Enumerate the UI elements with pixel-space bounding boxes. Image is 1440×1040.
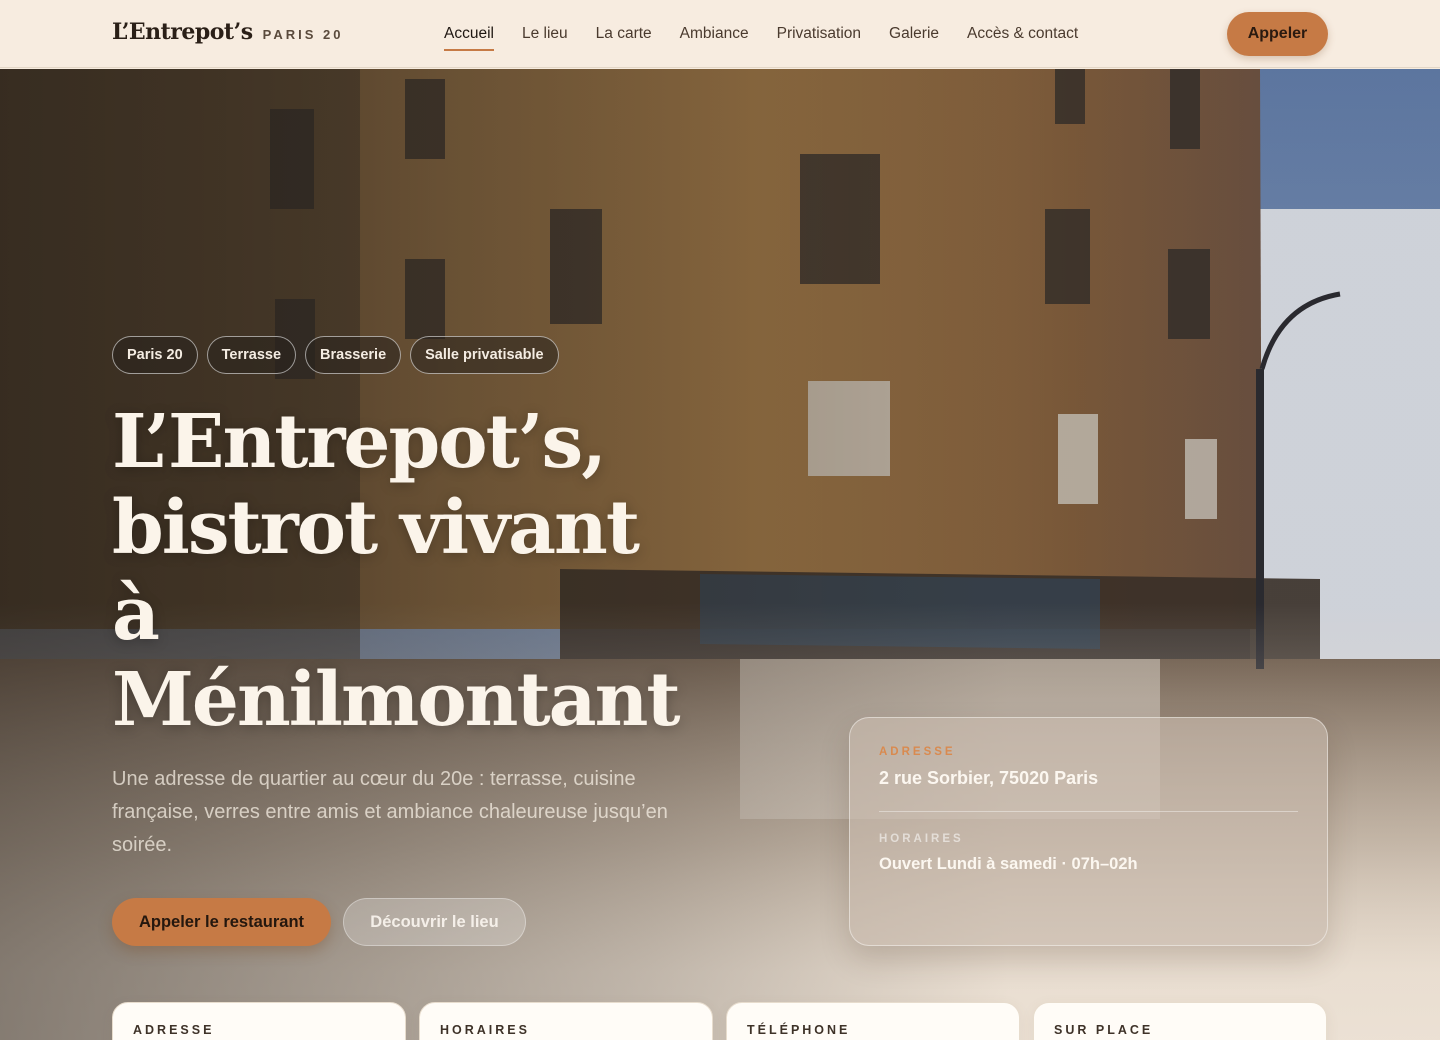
main-nav: Accueil Le lieu La carte Ambiance Privat… (444, 0, 1078, 68)
info-tile-on-site: SUR PLACE (1033, 1002, 1327, 1040)
info-tile-phone: TÉLÉPHONE (726, 1002, 1020, 1040)
hero-title-line: Ménilmontant (112, 657, 681, 743)
nav-item-galerie[interactable]: Galerie (889, 21, 939, 47)
hero-title-line: à (112, 571, 160, 657)
nav-item-le-lieu[interactable]: Le lieu (522, 21, 568, 47)
chip-brasserie: Brasserie (305, 336, 402, 374)
discover-place-button[interactable]: Découvrir le lieu (343, 898, 526, 946)
hero-title-line: bistrot vivant (112, 485, 640, 571)
info-tile-hours: HORAIRES (419, 1002, 713, 1040)
chip-terrasse: Terrasse (206, 336, 297, 374)
info-tile-label: HORAIRES (440, 1023, 530, 1037)
info-tile-label: TÉLÉPHONE (747, 1023, 851, 1037)
address-value: 2 rue Sorbier, 75020 Paris (879, 768, 1099, 788)
divider (879, 811, 1298, 812)
hours-value: Ouvert Lundi à samedi · 07h–02h (879, 855, 1138, 873)
tag-chips: Paris 20 Terrasse Brasserie Salle privat… (112, 336, 559, 374)
hero-section: Paris 20 Terrasse Brasserie Salle privat… (0, 69, 1440, 1040)
call-button[interactable]: Appeler (1227, 12, 1328, 56)
nav-item-accueil[interactable]: Accueil (444, 21, 494, 51)
site-header: L’Entrepot’s PARIS 20 Accueil Le lieu La… (0, 0, 1440, 68)
hours-label: HORAIRES (879, 833, 964, 845)
brand-name: L’Entrepot’s (112, 19, 253, 45)
nav-item-ambiance[interactable]: Ambiance (680, 21, 749, 47)
chip-paris-20: Paris 20 (112, 336, 198, 374)
hero-title: L’Entrepot’s, bistrot vivant à Ménilmont… (112, 399, 732, 743)
nav-item-la-carte[interactable]: La carte (596, 21, 652, 47)
info-card: ADRESSE 2 rue Sorbier, 75020 Paris HORAI… (849, 717, 1328, 946)
chip-salle-privatisable: Salle privatisable (410, 336, 559, 374)
info-tile-label: SUR PLACE (1054, 1023, 1154, 1037)
nav-item-acces-contact[interactable]: Accès & contact (967, 21, 1078, 47)
info-tile-address: ADRESSE (112, 1002, 406, 1040)
hero-description: Une adresse de quartier au cœur du 20e :… (112, 768, 668, 856)
address-label: ADRESSE (879, 746, 956, 758)
info-tile-label: ADRESSE (133, 1023, 215, 1037)
call-restaurant-button[interactable]: Appeler le restaurant (112, 898, 331, 946)
brand-location: PARIS 20 (262, 27, 344, 42)
brand-logo[interactable]: L’Entrepot’s PARIS 20 (112, 19, 343, 45)
nav-item-privatisation[interactable]: Privatisation (777, 21, 861, 47)
hero-title-line: L’Entrepot’s, (112, 399, 607, 485)
